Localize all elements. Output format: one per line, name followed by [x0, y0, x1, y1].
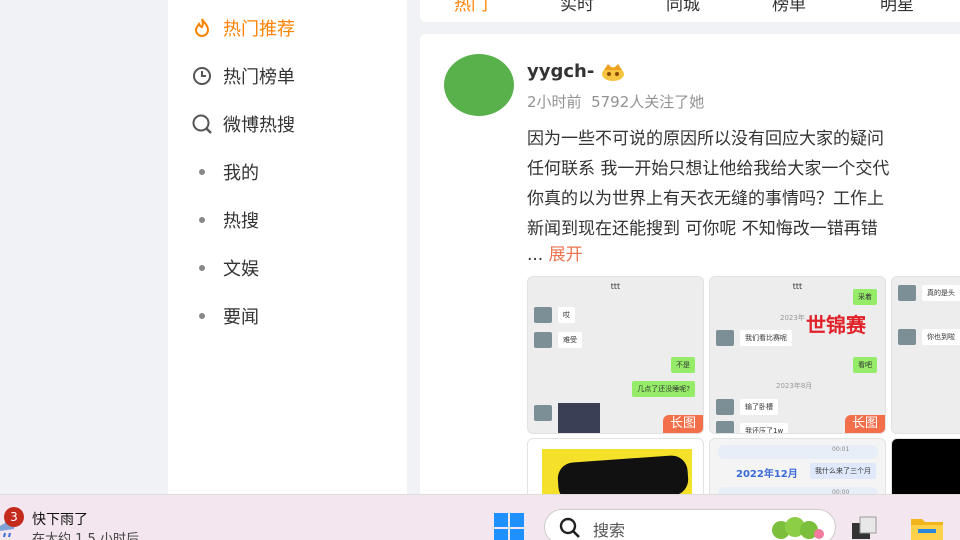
voice-duration: 00:01 [832, 446, 850, 453]
post-image-2[interactable]: ttt 采着 2023年 我们看比赛呢 世锦赛 看吧 2023年8月 输了卧槽 … [709, 276, 886, 434]
voice-message-bar [718, 445, 878, 459]
post-image-3[interactable]: 真的是头 你也到啦 [891, 276, 960, 434]
windows-taskbar: 3 快下雨了 在大约 1.5 小时后 搜索 [0, 494, 960, 540]
post-text-expand-row: ... 展开 [527, 240, 583, 265]
feed-tab-bar: 热门 实时 同城 榜单 明星 [420, 0, 960, 22]
windows-start-icon[interactable] [494, 513, 524, 540]
tab-local[interactable]: 同城 [666, 0, 700, 15]
chat-title: ttt [528, 277, 703, 297]
sidebar-item-label: 文娱 [223, 259, 259, 280]
chat-date: 2023年8月 [776, 382, 813, 390]
sidebar-item-hot-recommend[interactable]: 热门推荐 [190, 10, 295, 46]
sidebar-item-hot-list[interactable]: 热门榜单 [190, 58, 295, 94]
dot-icon [199, 265, 205, 271]
sidebar-item-label: 热门榜单 [223, 67, 295, 88]
chat-bubble: 你也到啦 [922, 329, 960, 345]
chat-bubble: 哎 [558, 307, 575, 323]
left-gutter [0, 0, 168, 494]
chat-bubble: 不是 [671, 357, 695, 373]
long-image-tag: 长图 [663, 415, 703, 433]
crown-badge-icon [600, 61, 626, 83]
chat-bubble: 看吧 [853, 357, 877, 373]
chat-bubble: 真的是头 [922, 285, 960, 301]
chat-avatar [716, 330, 734, 346]
tab-hot[interactable]: 热门 [454, 0, 488, 15]
post-text-line: 你真的以为世界上有天衣无缝的事情吗？工作上 [527, 189, 884, 209]
chat-avatar [534, 405, 552, 421]
sidebar-item-label: 热门推荐 [223, 19, 295, 40]
overlay-text: 世锦赛 [806, 313, 866, 337]
dot-icon [199, 169, 205, 175]
chat-date: 2022年12月 [736, 469, 798, 480]
chat-bubble: 几点了还没睡呢? [632, 381, 695, 397]
ellipsis: ... [527, 245, 544, 265]
left-sidebar: 热门推荐 热门榜单 微博热搜 我的 热搜 文娱 要闻 [168, 0, 407, 494]
chat-date: 2023年 [780, 314, 805, 322]
post-text-line: 新闻到现在还能搜到 可你呢 不知悔改一错再错 [527, 219, 878, 239]
post-card: yygch- 2小时前 5792人关注了她 因为一些不可说的原因所以没有回应大家… [420, 34, 960, 508]
chat-bubble: 我还压了1w [740, 423, 789, 433]
sidebar-item-hot-search[interactable]: 微博热搜 [190, 106, 295, 142]
file-explorer-icon[interactable] [910, 515, 943, 540]
search-highlight-icon [767, 514, 827, 540]
chat-avatar [716, 399, 734, 415]
sidebar-item-label: 我的 [223, 163, 259, 184]
search-icon [557, 515, 583, 540]
post-text-line: 因为一些不可说的原因所以没有回应大家的疑问 [527, 129, 884, 149]
post-meta: 2小时前 5792人关注了她 [527, 91, 704, 112]
username[interactable]: yygch- [527, 61, 594, 82]
post-image-1[interactable]: ttt 哎 难受 不是 几点了还没睡呢? 长图 [527, 276, 704, 434]
chat-avatar [534, 332, 552, 348]
chat-photo [558, 403, 600, 433]
weather-title[interactable]: 快下雨了 [32, 509, 88, 529]
post-text-line: 任何联系 我一开始只想让他给我给大家一个交代 [527, 159, 890, 179]
long-image-tag: 长图 [845, 415, 885, 433]
chat-avatar [898, 329, 916, 345]
avatar[interactable] [444, 54, 514, 116]
tab-realtime[interactable]: 实时 [560, 0, 594, 15]
chat-avatar [534, 307, 552, 323]
sidebar-item-mine[interactable]: 我的 [190, 154, 259, 190]
flame-icon [190, 16, 214, 40]
dot-icon [199, 313, 205, 319]
follower-count: 5792人关注了她 [591, 93, 705, 111]
taskbar-search[interactable]: 搜索 [544, 509, 836, 540]
sidebar-item-label: 热搜 [223, 211, 259, 232]
sidebar-item-news[interactable]: 要闻 [190, 298, 259, 334]
tab-stars[interactable]: 明星 [880, 0, 914, 15]
chat-bubble: 难受 [558, 332, 582, 348]
sidebar-item-label: 要闻 [223, 307, 259, 328]
chat-bubble: 我什么来了三个月 [810, 463, 876, 479]
sidebar-item-trending[interactable]: 热搜 [190, 202, 259, 238]
chat-bubble: 输了卧槽 [740, 399, 778, 415]
sidebar-item-entertainment[interactable]: 文娱 [190, 250, 259, 286]
expand-link[interactable]: 展开 [549, 245, 583, 265]
chat-bubble: 我们看比赛呢 [740, 330, 792, 346]
tab-ranking[interactable]: 榜单 [772, 0, 806, 15]
taskbar-app-icon[interactable] [850, 515, 880, 540]
chat-avatar [898, 285, 916, 301]
search-loop-icon [190, 112, 214, 136]
notification-badge: 3 [4, 507, 24, 527]
chat-avatar [716, 421, 734, 433]
post-time[interactable]: 2小时前 [527, 93, 582, 111]
sidebar-item-label: 微博热搜 [223, 115, 295, 136]
clock-list-icon [190, 64, 214, 88]
weather-subtitle: 在大约 1.5 小时后 [32, 532, 139, 540]
search-placeholder: 搜索 [593, 521, 626, 540]
dot-icon [199, 217, 205, 223]
chat-bubble: 采着 [853, 289, 877, 305]
